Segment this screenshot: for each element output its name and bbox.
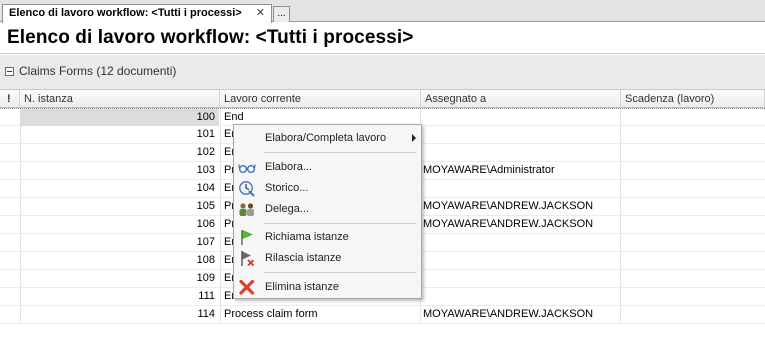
flag-cell bbox=[0, 162, 20, 179]
menu-item-label: Richiama istanze bbox=[265, 231, 349, 243]
instance-cell: 109 bbox=[196, 272, 215, 284]
document-tab-bar: Elenco di lavoro workflow: <Tutti i proc… bbox=[0, 0, 765, 23]
instance-cell: 102 bbox=[196, 146, 215, 158]
due-cell bbox=[621, 270, 765, 287]
due-cell bbox=[621, 234, 765, 251]
assigned-cell bbox=[421, 252, 620, 269]
menu-item-label: Elabora... bbox=[265, 161, 313, 173]
glasses-icon bbox=[238, 159, 256, 176]
instance-cell: 108 bbox=[196, 254, 215, 266]
assigned-cell bbox=[421, 126, 620, 143]
column-header-due-date[interactable]: Scadenza (lavoro) bbox=[621, 90, 765, 108]
assigned-cell bbox=[421, 234, 620, 251]
menu-item-release-instances[interactable]: Rilascia istanze bbox=[234, 248, 421, 268]
menu-separator bbox=[264, 223, 416, 224]
group-area: Claims Forms (12 documenti) bbox=[0, 55, 765, 89]
page-title: Elenco di lavoro workflow: <Tutti i proc… bbox=[7, 27, 414, 48]
group-label: Claims Forms (12 documenti) bbox=[19, 64, 177, 78]
due-cell bbox=[621, 144, 765, 161]
menu-item-label: Elabora/Completa lavoro bbox=[265, 132, 387, 144]
instance-cell: 103 bbox=[196, 164, 215, 176]
assigned-cell: MOYAWARE\ANDREW.JACKSON bbox=[423, 308, 594, 320]
column-header-flag[interactable]: ! bbox=[0, 90, 20, 108]
table-row[interactable]: 114 Process claim form MOYAWARE\ANDREW.J… bbox=[0, 306, 765, 324]
menu-item-label: Delega... bbox=[265, 203, 310, 215]
close-tab-icon[interactable]: ✕ bbox=[256, 5, 265, 21]
flag-cell bbox=[0, 180, 20, 197]
flag-cell bbox=[0, 270, 20, 287]
instance-cell: 111 bbox=[198, 290, 215, 302]
column-header-assigned-to[interactable]: Assegnato a bbox=[421, 90, 621, 108]
flag-cell bbox=[0, 109, 20, 126]
flag-cell bbox=[0, 306, 20, 323]
due-cell bbox=[621, 306, 765, 323]
due-cell bbox=[621, 109, 765, 126]
menu-item-label: Rilascia istanze bbox=[265, 252, 342, 264]
group-row[interactable]: Claims Forms (12 documenti) bbox=[5, 64, 176, 78]
instance-cell: 107 bbox=[196, 236, 215, 248]
tab-overflow-button[interactable]: ... bbox=[273, 6, 290, 22]
assigned-cell bbox=[421, 180, 620, 197]
instance-cell: 114 bbox=[197, 308, 215, 320]
grid-header: ! N. istanza Lavoro corrente Assegnato a… bbox=[0, 89, 765, 108]
menu-item-delegate[interactable]: Delega... bbox=[234, 199, 421, 219]
menu-item-process-complete-work[interactable]: Elabora/Completa lavoro bbox=[234, 128, 421, 148]
due-cell bbox=[621, 252, 765, 269]
flag-cell bbox=[0, 288, 20, 305]
assigned-cell bbox=[421, 109, 620, 126]
instance-cell: 105 bbox=[196, 200, 215, 212]
due-cell bbox=[621, 216, 765, 233]
menu-item-label: Elimina istanze bbox=[265, 281, 339, 293]
flag-release-icon bbox=[238, 250, 256, 267]
red-x-icon bbox=[238, 279, 256, 296]
menu-item-delete-instances[interactable]: Elimina istanze bbox=[234, 277, 421, 297]
flag-cell bbox=[0, 216, 20, 233]
assigned-cell: MOYAWARE\ANDREW.JACKSON bbox=[423, 218, 594, 230]
due-cell bbox=[621, 126, 765, 143]
delegate-users-icon bbox=[238, 201, 256, 218]
column-header-instance[interactable]: N. istanza bbox=[20, 90, 220, 108]
flag-cell bbox=[0, 144, 20, 161]
flag-cell bbox=[0, 198, 20, 215]
assigned-cell bbox=[421, 270, 620, 287]
green-flag-icon bbox=[238, 229, 256, 246]
assigned-cell bbox=[421, 144, 620, 161]
page-header: Elenco di lavoro workflow: <Tutti i proc… bbox=[0, 22, 765, 54]
assigned-cell: MOYAWARE\ANDREW.JACKSON bbox=[423, 200, 594, 212]
work-cell: Process claim form bbox=[224, 308, 318, 320]
instance-cell: 100 bbox=[20, 109, 219, 126]
instance-cell: 101 bbox=[196, 128, 215, 140]
due-cell bbox=[621, 288, 765, 305]
due-cell bbox=[621, 162, 765, 179]
due-cell bbox=[621, 198, 765, 215]
assigned-cell bbox=[421, 288, 620, 305]
flag-cell bbox=[0, 252, 20, 269]
menu-item-process[interactable]: Elabora... bbox=[234, 157, 421, 177]
flag-cell bbox=[0, 126, 20, 143]
menu-separator bbox=[264, 152, 416, 153]
menu-item-history[interactable]: Storico... bbox=[234, 178, 421, 198]
menu-separator bbox=[264, 272, 416, 273]
due-cell bbox=[621, 180, 765, 197]
menu-item-recall-instances[interactable]: Richiama istanze bbox=[234, 227, 421, 247]
submenu-arrow-icon bbox=[412, 134, 416, 142]
history-clock-icon bbox=[238, 180, 256, 197]
assigned-cell: MOYAWARE\Administrator bbox=[423, 164, 555, 176]
instance-cell: 106 bbox=[196, 218, 215, 230]
context-menu: Elabora/Completa lavoro Elabora... Stori… bbox=[233, 124, 422, 299]
flag-cell bbox=[0, 234, 20, 251]
column-header-current-work[interactable]: Lavoro corrente bbox=[220, 90, 421, 108]
tab-workflow-list[interactable]: Elenco di lavoro workflow: <Tutti i proc… bbox=[2, 4, 272, 23]
collapse-minus-icon[interactable] bbox=[5, 67, 14, 76]
instance-cell: 104 bbox=[196, 182, 215, 194]
menu-item-label: Storico... bbox=[265, 182, 309, 194]
tab-label: Elenco di lavoro workflow: <Tutti i proc… bbox=[9, 7, 242, 19]
